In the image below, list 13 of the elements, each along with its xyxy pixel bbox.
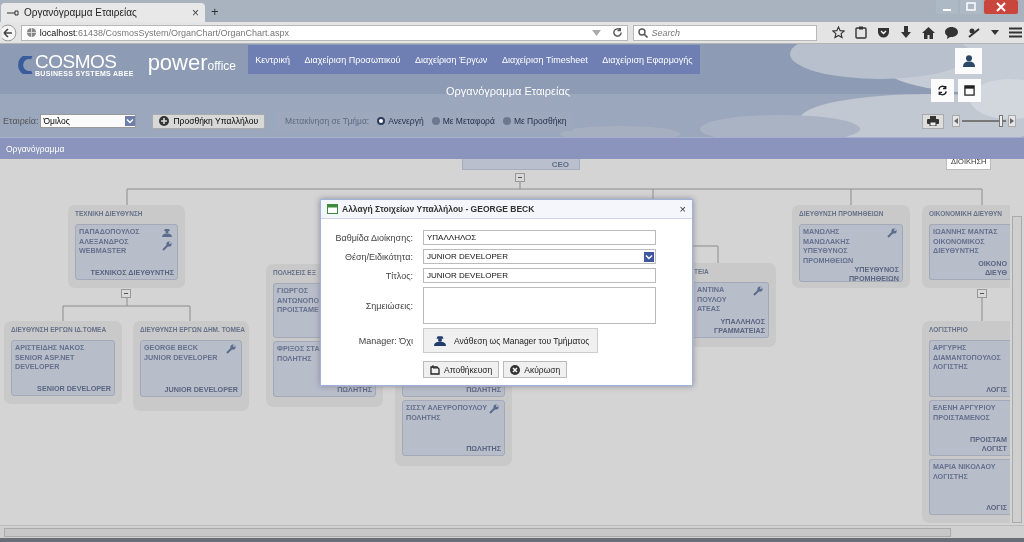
field-label: Τίτλος: [384, 270, 413, 281]
tab-title: Οργανόγραμμα Εταιρείας [24, 7, 138, 18]
manager-status: Manager: Όχι [357, 335, 413, 346]
product-name: poweroffice [147, 52, 236, 77]
field-label: Θέση/Ειδικότητα: [343, 251, 413, 262]
field-label: Σημειώσεις: [364, 300, 413, 311]
brand-name: COSMOS [35, 53, 117, 70]
page-title: Οργανόγραμμα Εταιρείας [444, 85, 572, 97]
dialog-title: Αλλαγή Στοιχείων Υπαλλήλου - GEORGE BECK [342, 204, 536, 214]
panel-title: Οργανόγραμμα [6, 143, 65, 154]
company-label: Εταιρεία: [3, 116, 39, 126]
employee-role: CEO [551, 160, 569, 169]
field-label: Βαθμίδα Διοίκησης: [334, 232, 413, 243]
